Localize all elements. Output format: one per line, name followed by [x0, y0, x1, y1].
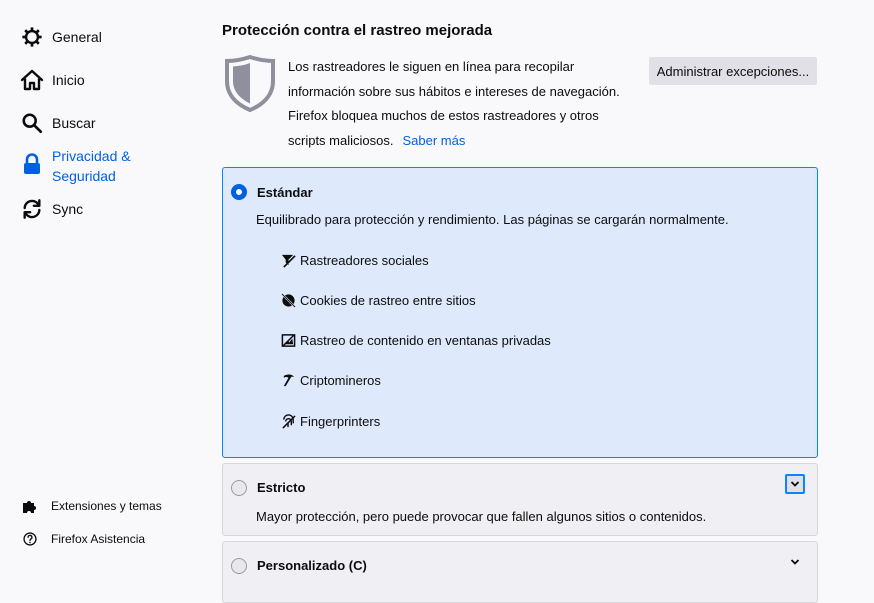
option-strict-description: Mayor protección, pero puede provocar qu… — [256, 509, 707, 524]
option-strict-title: Estricto — [257, 480, 306, 495]
expand-custom-button[interactable] — [788, 555, 802, 569]
sidebar-item-label-line1: Privacidad & — [52, 148, 131, 164]
sync-icon — [20, 197, 44, 221]
lock-icon — [20, 152, 44, 176]
sidebar-item-asistencia[interactable]: Firefox Asistencia — [22, 531, 145, 547]
search-icon — [20, 111, 44, 135]
learn-more-link[interactable]: Saber más — [402, 133, 465, 148]
option-custom-title: Personalizado (C) — [257, 558, 367, 573]
radio-strict[interactable] — [231, 480, 247, 496]
sidebar-item-inicio[interactable]: Inicio — [20, 68, 85, 92]
sidebar-item-privacidad[interactable]: Privacidad & Seguridad — [20, 146, 131, 186]
gear-icon — [20, 25, 44, 49]
category-fingerprinters: Fingerprinters — [280, 413, 380, 429]
category-label: Rastreo de contenido en ventanas privada… — [300, 332, 551, 348]
category-tracking-content: Rastreo de contenido en ventanas privada… — [280, 332, 551, 348]
option-strict-card[interactable]: Estricto Mayor protección, pero puede pr… — [222, 463, 818, 536]
sidebar-item-label: Sync — [52, 201, 84, 217]
social-tracker-icon — [280, 252, 296, 268]
category-cryptominers: Criptomineros — [280, 372, 381, 388]
sidebar-item-label: Buscar — [52, 115, 96, 131]
radio-custom[interactable] — [231, 558, 247, 574]
sidebar-item-general[interactable]: General — [20, 25, 102, 49]
category-label: Cookies de rastreo entre sitios — [300, 292, 476, 308]
sidebar-item-sync[interactable]: Sync — [20, 197, 83, 221]
tracking-content-icon — [280, 332, 296, 348]
option-standard-card[interactable]: Estándar Equilibrado para protección y r… — [222, 167, 818, 458]
manage-exceptions-button[interactable]: Administrar excepciones... — [649, 57, 817, 85]
sidebar-item-label: Firefox Asistencia — [51, 532, 146, 546]
help-icon — [22, 531, 38, 547]
option-standard-description: Equilibrado para protección y rendimient… — [256, 212, 729, 227]
etp-description-line: información sobre sus hábitos e interese… — [288, 83, 620, 99]
shield-icon — [222, 54, 278, 113]
etp-description-line: Los rastreadores le siguen en línea para… — [288, 59, 575, 74]
sidebar-item-buscar[interactable]: Buscar — [20, 111, 96, 135]
home-icon — [20, 68, 44, 92]
option-custom-card[interactable]: Personalizado (C) — [222, 541, 818, 603]
category-cookies: Cookies de rastreo entre sitios — [280, 292, 476, 308]
chevron-down-icon — [790, 480, 800, 488]
sidebar-item-label: Privacidad & Seguridad — [52, 146, 131, 186]
etp-description: Los rastreadores le siguen en línea para… — [288, 55, 638, 153]
sidebar: General Inicio Buscar Privacidad & Segur… — [0, 0, 200, 587]
section-title: Protección contra el rastreo mejorada — [222, 22, 493, 39]
category-label: Criptomineros — [300, 372, 381, 388]
chevron-down-icon — [790, 558, 800, 566]
cookie-icon — [280, 292, 296, 308]
sidebar-item-label: General — [52, 29, 102, 45]
sidebar-item-label: Extensiones y temas — [51, 499, 162, 513]
sidebar-item-label: Inicio — [52, 72, 85, 88]
puzzle-icon — [22, 498, 38, 514]
category-label: Rastreadores sociales — [300, 252, 429, 268]
expand-strict-button[interactable] — [785, 474, 805, 494]
sidebar-item-extensiones[interactable]: Extensiones y temas — [22, 498, 162, 514]
option-standard-title: Estándar — [257, 185, 313, 200]
etp-description-line: scripts maliciosos. — [288, 132, 394, 148]
cryptominer-icon — [280, 372, 296, 388]
fingerprint-icon — [280, 413, 296, 429]
category-social-trackers: Rastreadores sociales — [280, 252, 429, 268]
etp-description-line: Firefox bloquea muchos de estos rastread… — [288, 108, 599, 123]
sidebar-item-label-line2: Seguridad — [52, 168, 116, 184]
radio-standard[interactable] — [231, 184, 247, 200]
category-label: Fingerprinters — [300, 413, 381, 429]
